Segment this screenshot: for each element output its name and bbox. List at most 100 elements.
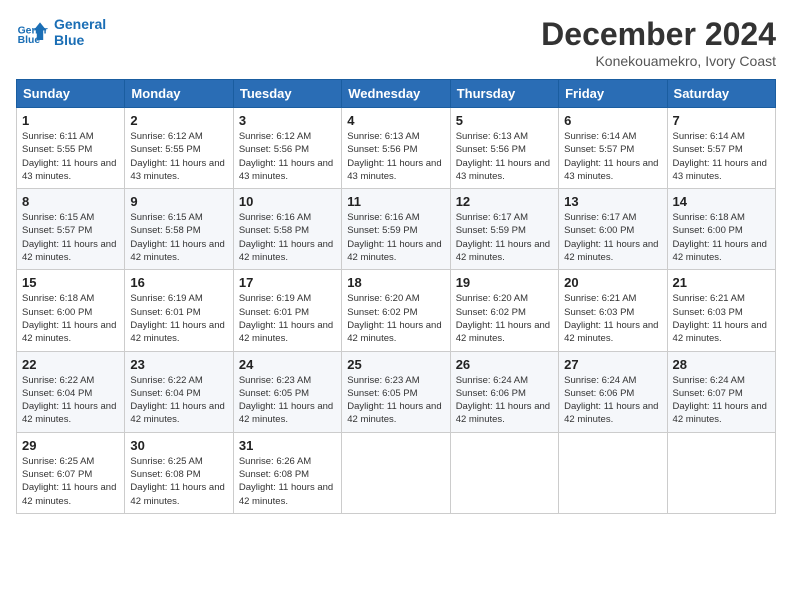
day-info: Sunrise: 6:14 AMSunset: 5:57 PMDaylight:… (673, 130, 770, 183)
day-info: Sunrise: 6:23 AMSunset: 6:05 PMDaylight:… (239, 374, 336, 427)
calendar-cell[interactable] (559, 432, 667, 513)
weekday-header-tuesday: Tuesday (233, 80, 341, 108)
calendar-cell[interactable]: 16 Sunrise: 6:19 AMSunset: 6:01 PMDayligh… (125, 270, 233, 351)
calendar-cell[interactable] (450, 432, 558, 513)
calendar-cell[interactable]: 28 Sunrise: 6:24 AMSunset: 6:07 PMDayligh… (667, 351, 775, 432)
day-info: Sunrise: 6:22 AMSunset: 6:04 PMDaylight:… (22, 374, 119, 427)
day-info: Sunrise: 6:21 AMSunset: 6:03 PMDaylight:… (673, 292, 770, 345)
calendar-cell[interactable]: 3Sunrise: 6:12 AMSunset: 5:56 PMDaylight… (233, 108, 341, 189)
calendar-cell[interactable]: 24 Sunrise: 6:23 AMSunset: 6:05 PMDayligh… (233, 351, 341, 432)
day-number: 12 (456, 194, 553, 209)
day-info: Sunrise: 6:18 AMSunset: 6:00 PMDaylight:… (22, 292, 119, 345)
day-number: 24 (239, 357, 336, 372)
day-number: 2 (130, 113, 227, 128)
day-number: 16 (130, 275, 227, 290)
day-number: 25 (347, 357, 444, 372)
month-title: December 2024 (541, 16, 776, 53)
day-info: Sunrise: 6:20 AMSunset: 6:02 PMDaylight:… (347, 292, 444, 345)
calendar-cell[interactable]: 6 Sunrise: 6:14 AMSunset: 5:57 PMDaylight… (559, 108, 667, 189)
calendar-cell[interactable]: 31 Sunrise: 6:26 AMSunset: 6:08 PMDayligh… (233, 432, 341, 513)
day-number: 4 (347, 113, 444, 128)
calendar-table: SundayMondayTuesdayWednesdayThursdayFrid… (16, 79, 776, 514)
calendar-cell[interactable]: 9 Sunrise: 6:15 AMSunset: 5:58 PMDaylight… (125, 189, 233, 270)
weekday-header-wednesday: Wednesday (342, 80, 450, 108)
day-info: Sunrise: 6:17 AMSunset: 6:00 PMDaylight:… (564, 211, 661, 264)
day-number: 1 (22, 113, 119, 128)
day-info: Sunrise: 6:15 AMSunset: 5:57 PMDaylight:… (22, 211, 119, 264)
calendar-cell[interactable]: 30Sunrise: 6:25 AMSunset: 6:08 PMDayligh… (125, 432, 233, 513)
day-number: 10 (239, 194, 336, 209)
logo: General Blue General Blue (16, 16, 106, 48)
day-info: Sunrise: 6:14 AMSunset: 5:57 PMDaylight:… (564, 130, 661, 183)
calendar-cell[interactable]: 17 Sunrise: 6:19 AMSunset: 6:01 PMDayligh… (233, 270, 341, 351)
day-number: 6 (564, 113, 661, 128)
location-title: Konekouamekro, Ivory Coast (541, 53, 776, 69)
day-info: Sunrise: 6:19 AMSunset: 6:01 PMDaylight:… (239, 292, 336, 345)
day-number: 11 (347, 194, 444, 209)
day-number: 17 (239, 275, 336, 290)
day-info: Sunrise: 6:25 AMSunset: 6:07 PMDaylight:… (22, 455, 119, 508)
day-number: 3 (239, 113, 336, 128)
day-number: 19 (456, 275, 553, 290)
day-info: Sunrise: 6:21 AMSunset: 6:03 PMDaylight:… (564, 292, 661, 345)
weekday-header-monday: Monday (125, 80, 233, 108)
calendar-cell[interactable]: 25Sunrise: 6:23 AMSunset: 6:05 PMDayligh… (342, 351, 450, 432)
calendar-cell[interactable]: 13 Sunrise: 6:17 AMSunset: 6:00 PMDayligh… (559, 189, 667, 270)
calendar-cell[interactable]: 27Sunrise: 6:24 AMSunset: 6:06 PMDayligh… (559, 351, 667, 432)
calendar-cell[interactable]: 12 Sunrise: 6:17 AMSunset: 5:59 PMDayligh… (450, 189, 558, 270)
day-number: 15 (22, 275, 119, 290)
calendar-cell[interactable]: 4 Sunrise: 6:13 AMSunset: 5:56 PMDaylight… (342, 108, 450, 189)
logo-icon: General Blue (16, 16, 48, 48)
day-info: Sunrise: 6:13 AMSunset: 5:56 PMDaylight:… (347, 130, 444, 183)
calendar-week-row: 15 Sunrise: 6:18 AMSunset: 6:00 PMDayligh… (17, 270, 776, 351)
weekday-header-thursday: Thursday (450, 80, 558, 108)
calendar-cell[interactable]: 2Sunrise: 6:12 AMSunset: 5:55 PMDaylight… (125, 108, 233, 189)
day-info: Sunrise: 6:16 AMSunset: 5:59 PMDaylight:… (347, 211, 444, 264)
day-number: 9 (130, 194, 227, 209)
calendar-cell[interactable]: 26Sunrise: 6:24 AMSunset: 6:06 PMDayligh… (450, 351, 558, 432)
day-number: 30 (130, 438, 227, 453)
calendar-week-row: 22Sunrise: 6:22 AMSunset: 6:04 PMDayligh… (17, 351, 776, 432)
day-info: Sunrise: 6:26 AMSunset: 6:08 PMDaylight:… (239, 455, 336, 508)
weekday-header-row: SundayMondayTuesdayWednesdayThursdayFrid… (17, 80, 776, 108)
calendar-cell[interactable]: 18 Sunrise: 6:20 AMSunset: 6:02 PMDayligh… (342, 270, 450, 351)
day-number: 13 (564, 194, 661, 209)
day-info: Sunrise: 6:24 AMSunset: 6:07 PMDaylight:… (673, 374, 770, 427)
day-number: 31 (239, 438, 336, 453)
calendar-cell[interactable]: 5Sunrise: 6:13 AMSunset: 5:56 PMDaylight… (450, 108, 558, 189)
calendar-cell[interactable]: 29 Sunrise: 6:25 AMSunset: 6:07 PMDayligh… (17, 432, 125, 513)
calendar-cell[interactable]: 11 Sunrise: 6:16 AMSunset: 5:59 PMDayligh… (342, 189, 450, 270)
calendar-cell[interactable]: 8 Sunrise: 6:15 AMSunset: 5:57 PMDaylight… (17, 189, 125, 270)
calendar-cell[interactable] (342, 432, 450, 513)
calendar-cell[interactable]: 7 Sunrise: 6:14 AMSunset: 5:57 PMDaylight… (667, 108, 775, 189)
calendar-cell[interactable]: 23Sunrise: 6:22 AMSunset: 6:04 PMDayligh… (125, 351, 233, 432)
calendar-cell[interactable]: 20 Sunrise: 6:21 AMSunset: 6:03 PMDayligh… (559, 270, 667, 351)
calendar-cell[interactable]: 14Sunrise: 6:18 AMSunset: 6:00 PMDayligh… (667, 189, 775, 270)
title-section: December 2024 Konekouamekro, Ivory Coast (541, 16, 776, 69)
calendar-cell[interactable]: 10 Sunrise: 6:16 AMSunset: 5:58 PMDayligh… (233, 189, 341, 270)
day-number: 29 (22, 438, 119, 453)
day-info: Sunrise: 6:16 AMSunset: 5:58 PMDaylight:… (239, 211, 336, 264)
day-number: 20 (564, 275, 661, 290)
day-number: 7 (673, 113, 770, 128)
day-info: Sunrise: 6:17 AMSunset: 5:59 PMDaylight:… (456, 211, 553, 264)
day-number: 23 (130, 357, 227, 372)
calendar-cell[interactable]: 19 Sunrise: 6:20 AMSunset: 6:02 PMDayligh… (450, 270, 558, 351)
day-info: Sunrise: 6:20 AMSunset: 6:02 PMDaylight:… (456, 292, 553, 345)
calendar-cell[interactable] (667, 432, 775, 513)
day-info: Sunrise: 6:13 AMSunset: 5:56 PMDaylight:… (456, 130, 553, 183)
day-info: Sunrise: 6:19 AMSunset: 6:01 PMDaylight:… (130, 292, 227, 345)
weekday-header-friday: Friday (559, 80, 667, 108)
calendar-cell[interactable]: 21 Sunrise: 6:21 AMSunset: 6:03 PMDayligh… (667, 270, 775, 351)
logo-text-line1: General (54, 16, 106, 32)
calendar-cell[interactable]: 15 Sunrise: 6:18 AMSunset: 6:00 PMDayligh… (17, 270, 125, 351)
day-number: 18 (347, 275, 444, 290)
day-number: 28 (673, 357, 770, 372)
day-number: 8 (22, 194, 119, 209)
calendar-cell[interactable]: 1 Sunrise: 6:11 AMSunset: 5:55 PMDaylight… (17, 108, 125, 189)
day-info: Sunrise: 6:24 AMSunset: 6:06 PMDaylight:… (456, 374, 553, 427)
calendar-cell[interactable]: 22Sunrise: 6:22 AMSunset: 6:04 PMDayligh… (17, 351, 125, 432)
day-number: 21 (673, 275, 770, 290)
day-info: Sunrise: 6:15 AMSunset: 5:58 PMDaylight:… (130, 211, 227, 264)
day-info: Sunrise: 6:11 AMSunset: 5:55 PMDaylight:… (22, 130, 119, 183)
